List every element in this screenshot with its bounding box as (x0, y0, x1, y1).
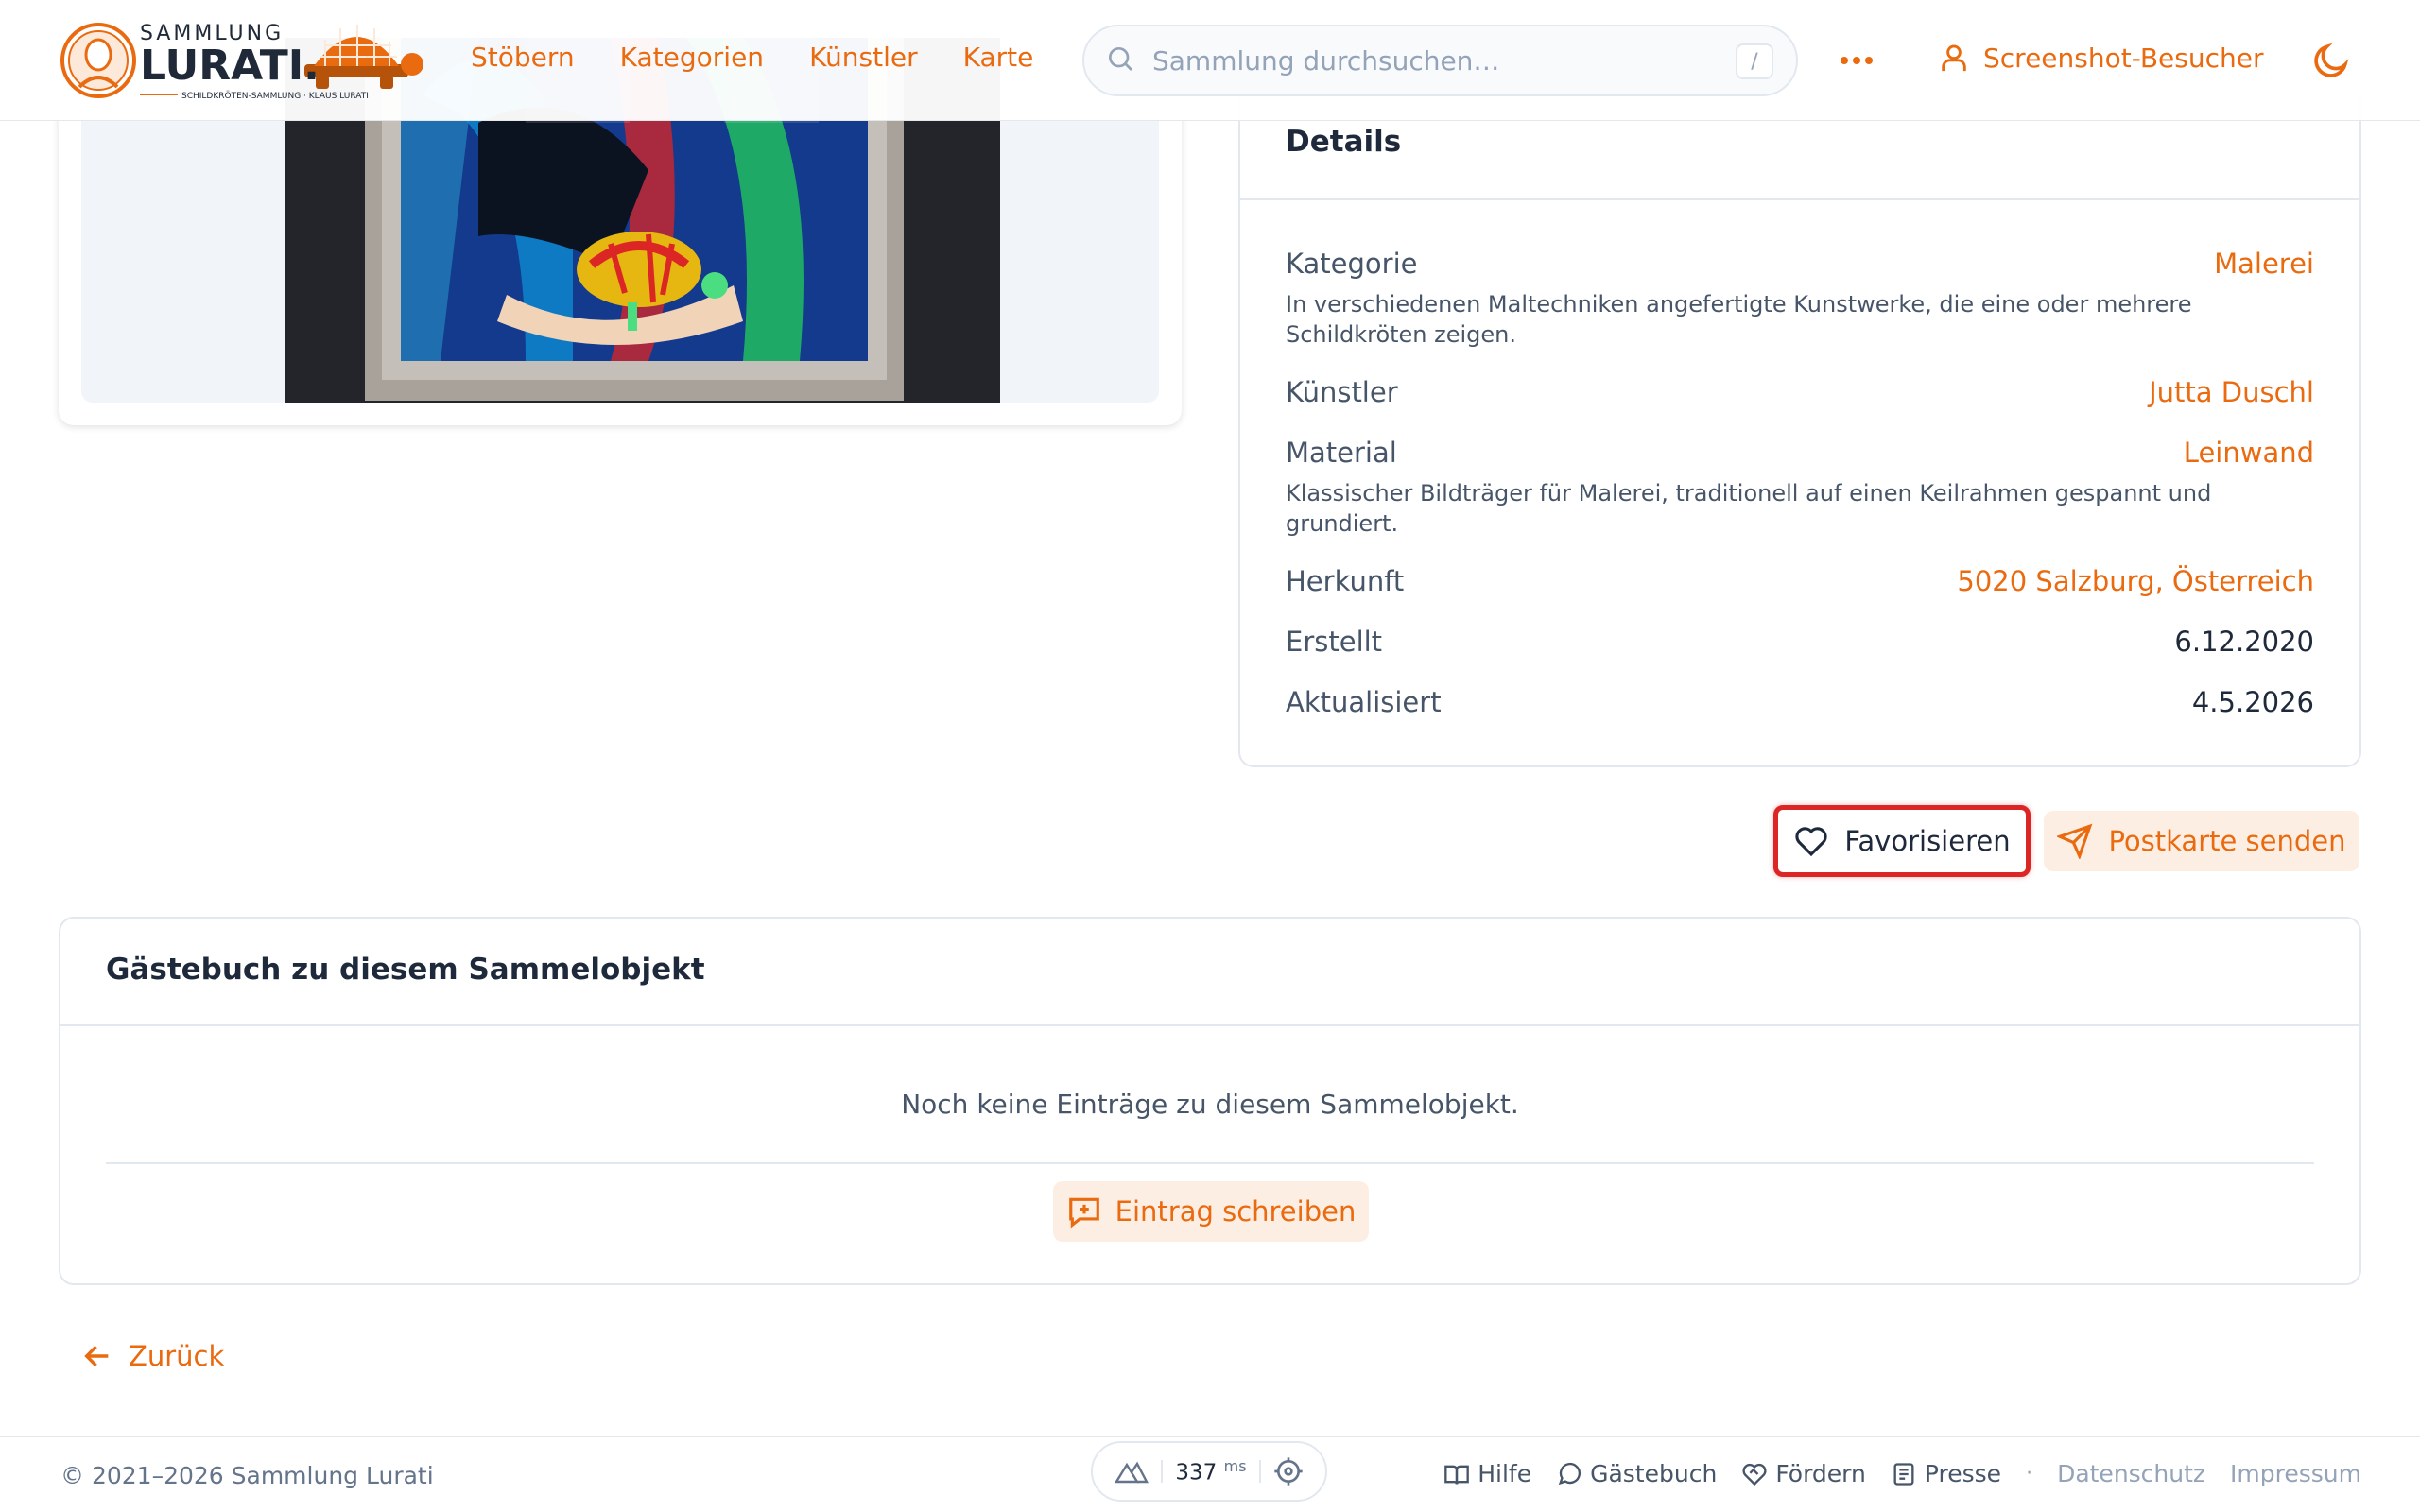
divider (106, 1162, 2314, 1164)
footer-link-label: Hilfe (1478, 1460, 1532, 1487)
copyright-text: © 2021–2026 Sammlung Lurati (60, 1462, 434, 1489)
back-link[interactable]: Zurück (81, 1340, 224, 1372)
guestbook-card: Gästebuch zu diesem Sammelobjekt Noch ke… (59, 917, 2361, 1285)
search-icon (1105, 43, 1135, 77)
crosshair-icon[interactable] (1273, 1456, 1304, 1486)
site-header: SAMMLUNG LURATI. SCHILDKRÖTEN-SAMMLUNG ·… (0, 0, 2420, 121)
details-card: Details Kategorie Malerei In verschieden… (1238, 94, 2361, 767)
heart-handshake-icon (1742, 1463, 1767, 1486)
site-footer: © 2021–2026 Sammlung Lurati 337 ms Hilfe… (0, 1436, 2420, 1512)
detail-label: Aktualisiert (1286, 686, 1442, 718)
response-time-unit: ms (1223, 1457, 1247, 1476)
send-icon (2057, 823, 2093, 859)
footer-links: Hilfe Gästebuch Fördern Presse · Datensc… (1443, 1460, 2361, 1487)
detail-label: Material (1286, 437, 1397, 469)
material-link[interactable]: Leinwand (2184, 437, 2314, 469)
nav-kuenstler[interactable]: Künstler (809, 42, 918, 73)
back-label: Zurück (129, 1340, 225, 1372)
site-logo[interactable]: SAMMLUNG LURATI. SCHILDKRÖTEN-SAMMLUNG ·… (59, 17, 427, 104)
more-icon (1841, 57, 1873, 64)
footer-link-hilfe[interactable]: Hilfe (1443, 1460, 1531, 1487)
origin-link[interactable]: 5020 Salzburg, Österreich (1957, 565, 2314, 597)
guestbook-title: Gästebuch zu diesem Sammelobjekt (60, 919, 2360, 1026)
moon-icon (2314, 43, 2349, 77)
footer-link-label: Fördern (1775, 1460, 1866, 1487)
detail-label: Künstler (1286, 376, 1398, 408)
footer-link-presse[interactable]: Presse (1891, 1460, 2001, 1487)
search-box[interactable]: / (1082, 25, 1798, 96)
footer-link-impressum[interactable]: Impressum (2230, 1460, 2361, 1487)
nav-stoebern[interactable]: Stöbern (471, 42, 575, 73)
artist-link[interactable]: Jutta Duschl (2149, 376, 2314, 408)
favorite-label: Favorisieren (1844, 825, 2011, 857)
updated-date: 4.5.2026 (2191, 686, 2314, 718)
theme-toggle-button[interactable] (2310, 40, 2352, 81)
user-icon (1942, 44, 1966, 72)
footer-link-label: Gästebuch (1590, 1460, 1718, 1487)
send-postcard-button[interactable]: Postkarte senden (2044, 811, 2360, 871)
footer-link-foerdern[interactable]: Fördern (1741, 1460, 1866, 1487)
category-description: In verschiedenen Maltechniken angefertig… (1286, 291, 2192, 348)
detail-label: Kategorie (1286, 248, 1418, 280)
newspaper-icon (1893, 1462, 1914, 1486)
search-input[interactable] (1152, 44, 1720, 77)
response-time-value: 337 (1175, 1460, 1218, 1486)
mountain-icon[interactable] (1114, 1459, 1149, 1484)
detail-label: Erstellt (1286, 626, 1383, 658)
book-open-icon (1444, 1465, 1470, 1485)
guestbook-empty-message: Noch keine Einträge zu diesem Sammelobje… (901, 1089, 1519, 1120)
divider (1258, 1460, 1261, 1483)
arrow-left-icon (84, 1345, 109, 1367)
main-nav: Stöbern Kategorien Künstler Karte (471, 42, 1033, 73)
nav-karte[interactable]: Karte (963, 42, 1034, 73)
write-entry-button[interactable]: Eintrag schreiben (1053, 1181, 1369, 1242)
chat-bubble-icon (1558, 1462, 1582, 1485)
nav-kategorien[interactable]: Kategorien (620, 42, 764, 73)
footer-separator: · (2026, 1462, 2033, 1486)
search-shortcut-key: / (1736, 43, 1773, 79)
material-description: Klassischer Bildträger für Malerei, trad… (1286, 480, 2212, 537)
favorite-button[interactable]: Favorisieren (1773, 805, 2031, 877)
logo-tagline: SCHILDKRÖTEN-SAMMLUNG · KLAUS LURATI (182, 91, 369, 101)
created-date: 6.12.2020 (2174, 626, 2314, 658)
divider (1161, 1460, 1164, 1483)
user-menu[interactable]: Screenshot-Besucher (1938, 40, 2263, 76)
more-menu-button[interactable] (1838, 43, 1876, 77)
footer-link-gaestebuch[interactable]: Gästebuch (1556, 1460, 1717, 1487)
heart-icon (1795, 827, 1827, 857)
logo-main-text: LURATI. (140, 42, 320, 90)
user-label: Screenshot-Besucher (1983, 42, 2264, 74)
message-plus-icon (1068, 1197, 1099, 1228)
response-time: 337 ms (1175, 1457, 1246, 1486)
footer-link-datenschutz[interactable]: Datenschutz (2057, 1460, 2205, 1487)
performance-widget: 337 ms (1091, 1441, 1327, 1502)
write-entry-label: Eintrag schreiben (1115, 1195, 1357, 1228)
footer-link-label: Presse (1924, 1460, 2002, 1487)
detail-label: Herkunft (1286, 565, 1405, 597)
category-link[interactable]: Malerei (2214, 248, 2314, 280)
postcard-label: Postkarte senden (2108, 825, 2346, 857)
